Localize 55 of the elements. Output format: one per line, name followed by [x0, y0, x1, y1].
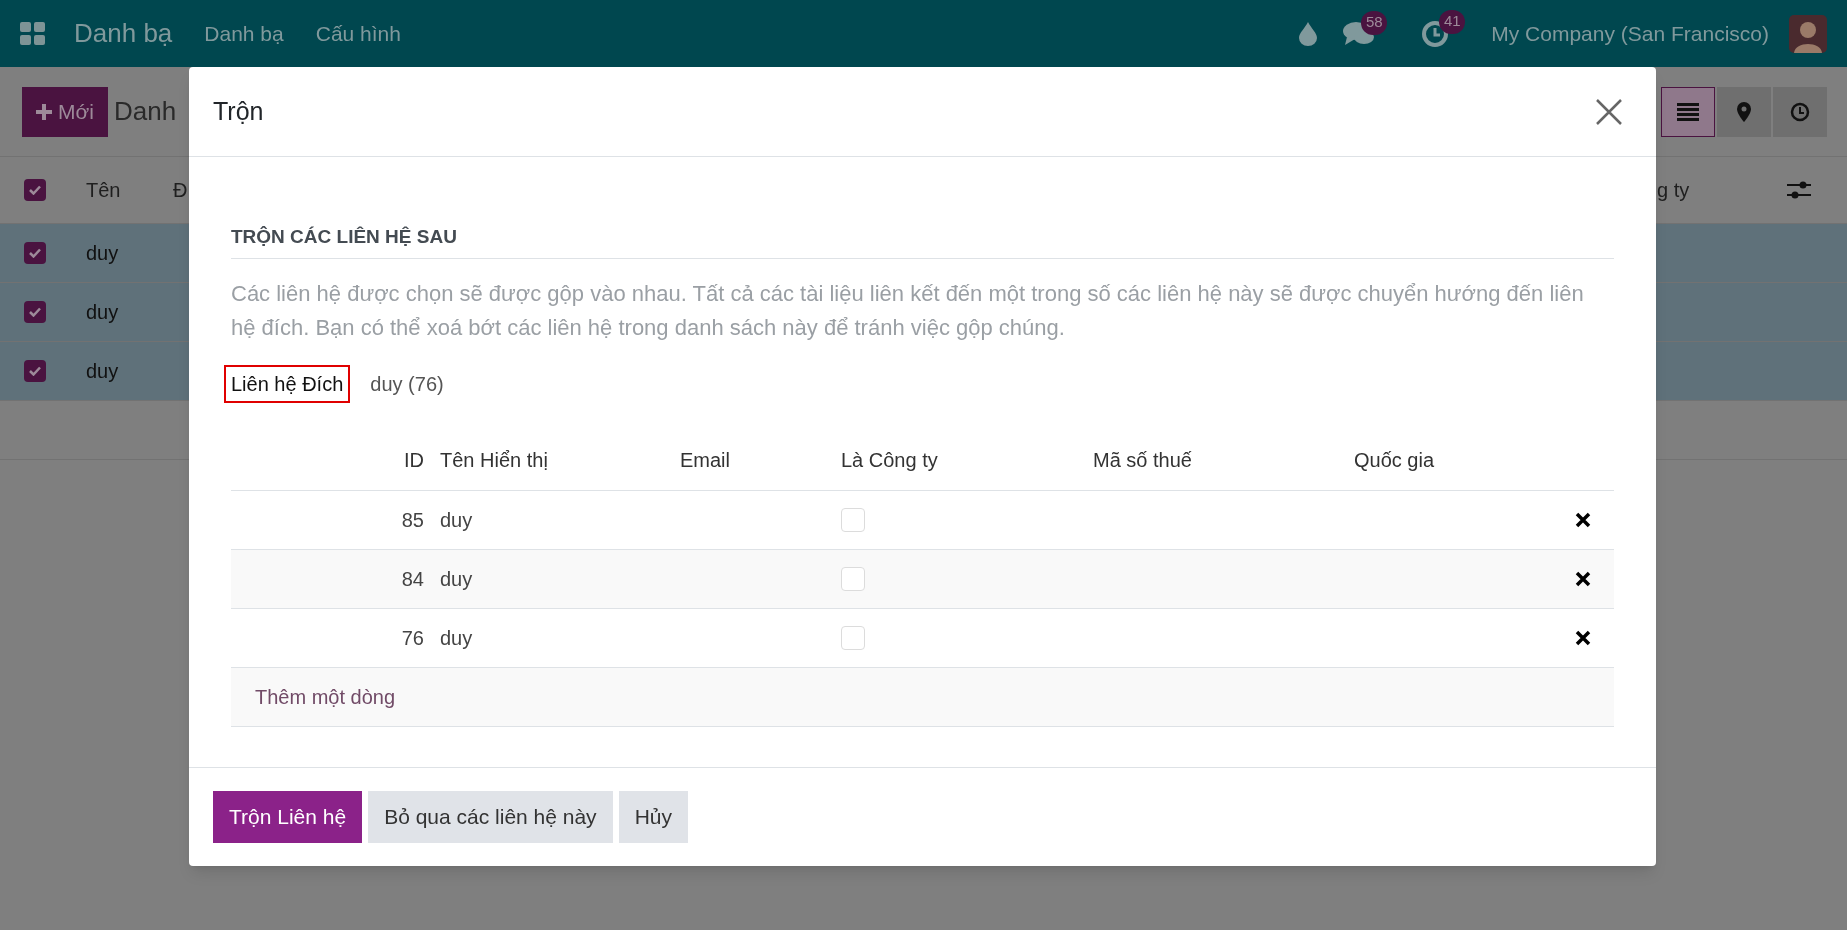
column-header[interactable]: Tên	[86, 175, 173, 205]
list-icon	[1677, 102, 1699, 121]
column-header[interactable]: ID	[231, 445, 432, 475]
avatar-icon[interactable]	[1789, 14, 1827, 53]
plus-icon	[36, 103, 52, 120]
merge-button[interactable]: Trộn Liên hệ	[213, 790, 363, 843]
table-cell-text: duy	[439, 507, 474, 533]
clock-icon	[1790, 101, 1810, 122]
checkbox[interactable]	[24, 360, 46, 382]
table-cell-text: duy	[86, 300, 119, 325]
check-icon	[29, 307, 41, 317]
apps-menu-icon[interactable]	[20, 21, 46, 46]
table-cell-text: 84	[400, 566, 425, 592]
map-view-button[interactable]	[1717, 86, 1771, 137]
column-header[interactable]: Tên Hiển thị	[432, 445, 672, 475]
table-cell-text: duy	[86, 241, 119, 266]
column-header[interactable]: Quốc gia	[1346, 445, 1552, 475]
check-icon	[29, 248, 41, 258]
table-cell-text: duy	[439, 566, 474, 592]
breadcrumb: Danh	[113, 95, 177, 128]
activity-view-button[interactable]	[1773, 86, 1827, 137]
checkbox[interactable]	[841, 625, 865, 650]
count-badge: 58	[1361, 10, 1388, 35]
check-icon	[29, 185, 41, 195]
checkbox[interactable]	[841, 507, 865, 532]
description-text: Các liên hệ được chọn sẽ được gộp vào nhau. Tất cả các tài liệu liên kết đến một trong số các liên hệ này sẽ được chuyển hướng đến liên hệ đích. Bạn có thể xoá bớt các liên hệ trong danh sách này để tránh việc gộp chúng.	[231, 279, 1585, 342]
delete-icon[interactable]	[1575, 629, 1591, 646]
section-title: TRỘN CÁC LIÊN HỆ SAU	[231, 223, 1614, 259]
checkbox[interactable]	[24, 179, 46, 201]
list-view-button[interactable]	[1661, 86, 1715, 137]
checkbox[interactable]	[24, 301, 46, 323]
column-header[interactable]: Là Công ty	[833, 445, 1085, 475]
add-line-link[interactable]: Thêm một dòng	[255, 681, 396, 712]
dialog-button[interactable]: Hủy	[618, 790, 688, 843]
check-icon	[29, 366, 41, 376]
field-value[interactable]: duy (76)	[370, 368, 444, 399]
field-label: Liên hệ Đích	[224, 364, 351, 403]
dialog-button[interactable]: Bỏ qua các liên hệ này	[368, 790, 613, 843]
dialog-title: Trộn	[213, 95, 264, 127]
column-header[interactable]: g ty	[1657, 175, 1787, 205]
column-header[interactable]: Mã số thuế	[1085, 445, 1346, 475]
delete-icon[interactable]	[1575, 511, 1591, 528]
table-cell-text: duy	[86, 359, 119, 384]
table-cell-text: 85	[400, 507, 425, 533]
table-cell-text: duy	[439, 625, 474, 651]
column-header[interactable]: Email	[672, 445, 833, 475]
new-button[interactable]: Mới	[22, 86, 108, 137]
checkbox[interactable]	[841, 566, 865, 591]
count-badge: 41	[1439, 9, 1466, 34]
checkbox[interactable]	[24, 242, 46, 264]
table-cell-text: 76	[400, 625, 425, 651]
pin-icon	[1737, 101, 1751, 122]
drop-icon[interactable]	[1299, 21, 1318, 46]
close-icon[interactable]	[1596, 98, 1622, 125]
delete-icon[interactable]	[1575, 570, 1591, 587]
